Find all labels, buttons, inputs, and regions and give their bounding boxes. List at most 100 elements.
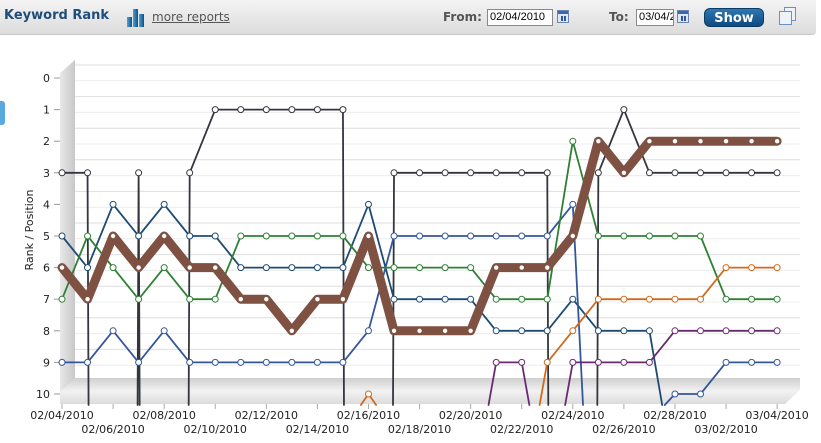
data-point [645,232,653,240]
data-point [160,200,168,208]
data-point [647,139,652,144]
data-point [645,295,653,303]
data-point [109,200,117,208]
y-tick-label: 1 [43,104,50,117]
data-point [84,264,92,272]
x-tick-label: 02/24/2010 [541,409,604,422]
data-point [391,328,397,333]
chart-left-wall [60,60,75,392]
data-point [441,232,449,240]
data-point [773,295,781,303]
data-point [237,358,245,366]
x-tick-label: 02/04/2010 [30,409,93,422]
data-point [262,264,270,272]
data-point [186,232,194,240]
data-point [722,295,730,303]
data-point [671,232,679,240]
x-tick-label: 02/28/2010 [643,409,706,422]
data-point [749,139,754,144]
data-point [187,265,192,270]
data-point [773,327,781,335]
data-point [723,139,729,144]
data-point [492,327,500,335]
data-point [442,328,448,333]
data-point [59,265,65,270]
data-point [492,295,500,303]
data-point [543,232,551,240]
data-point [697,295,704,303]
data-point [543,358,551,366]
data-point [416,169,424,177]
y-tick-label: 3 [43,167,50,180]
data-point [594,295,602,303]
data-point [594,169,602,177]
data-point [237,106,245,114]
data-point [186,358,194,366]
data-point [441,295,449,303]
data-point [467,295,475,303]
data-point [366,233,371,239]
data-point [289,328,295,333]
data-point [416,295,424,303]
data-point [416,232,424,240]
data-point [340,297,346,302]
x-tick-label: 02/22/2010 [490,423,553,436]
data-point [211,358,219,366]
data-point [441,264,449,272]
data-point [722,169,730,177]
data-point [543,169,551,177]
data-point [237,264,245,272]
data-point [109,327,117,335]
data-point [264,297,269,302]
y-tick-label: 9 [43,356,50,369]
data-point [518,169,526,177]
data-point [315,297,320,302]
x-tick-label: 02/06/2010 [81,423,144,436]
data-point [492,169,500,177]
data-point [620,232,628,240]
data-point [135,295,143,303]
data-point [672,139,678,144]
data-point [136,265,141,270]
data-point [417,328,422,333]
data-point [543,327,551,335]
data-point [186,169,194,177]
data-point [645,327,653,335]
data-point [211,232,219,240]
data-point [722,327,730,335]
y-axis-label: Rank / Position [23,189,36,270]
data-point [467,232,475,240]
data-point [748,327,756,335]
data-point [416,264,424,272]
data-point [160,327,168,335]
data-point [569,200,577,208]
data-point [58,358,66,366]
series-line [136,171,141,406]
data-point [84,232,92,240]
y-tick-label: 2 [43,135,50,148]
data-point [543,295,551,303]
x-tick-label: 02/10/2010 [184,423,247,436]
data-point [698,139,703,144]
data-point [213,265,218,270]
data-point [58,232,66,240]
y-tick-label: 7 [43,293,50,306]
x-tick-label: 02/16/2010 [337,409,400,422]
data-point [288,232,296,240]
data-point [596,139,601,144]
data-point [313,106,321,114]
data-point [697,232,704,240]
data-point [238,297,243,302]
data-point [569,358,577,366]
data-point [85,297,90,302]
data-point [109,264,117,272]
data-point [211,295,219,303]
data-point [390,169,398,177]
data-point [467,264,475,272]
rank-chart: 012345678910 Rank / Position 02/04/2010 0… [23,60,809,436]
data-point [748,358,756,366]
data-point [288,358,296,366]
data-point [620,106,628,114]
data-point [135,358,143,366]
x-tick-label: 02/26/2010 [592,423,655,436]
